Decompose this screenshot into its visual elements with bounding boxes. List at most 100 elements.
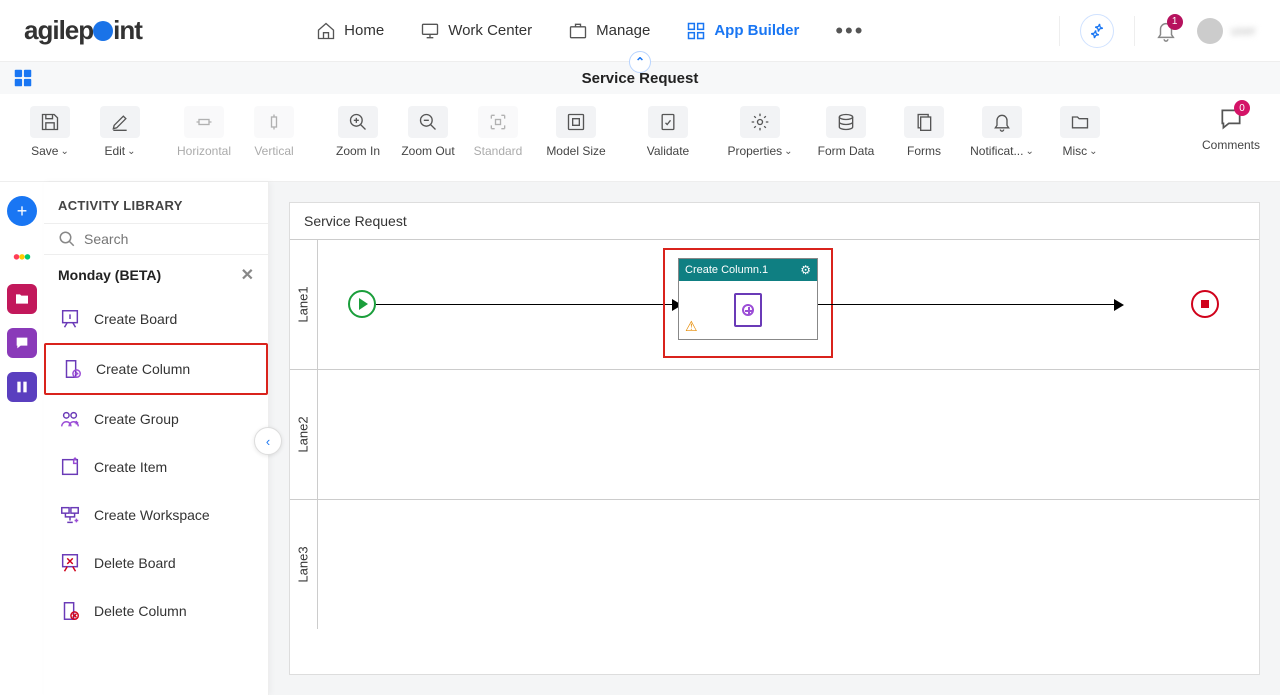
lane-1[interactable]: Lane1 Create Column.1 ⚙ ⚠ bbox=[290, 239, 1259, 369]
zoom-in-button[interactable]: Zoom In bbox=[328, 106, 388, 158]
comments-label: Comments bbox=[1202, 138, 1260, 152]
sidebar-item-delete-board[interactable]: Delete Board bbox=[44, 539, 268, 587]
align-horizontal-icon bbox=[184, 106, 224, 138]
logo: agilepint bbox=[24, 15, 142, 46]
nav-manage-label: Manage bbox=[596, 22, 650, 39]
standard-button[interactable]: Standard bbox=[468, 106, 528, 158]
lane-label: Lane2 bbox=[290, 370, 318, 499]
canvas-title: Service Request bbox=[290, 203, 1259, 239]
misc-button[interactable]: Misc⌄ bbox=[1050, 106, 1110, 158]
nav-manage[interactable]: Manage bbox=[568, 18, 650, 44]
delete-column-icon bbox=[58, 599, 82, 623]
notifications-button[interactable]: 1 bbox=[1155, 20, 1177, 42]
sidebar-item-create-item[interactable]: Create Item bbox=[44, 443, 268, 491]
apps-grid-button[interactable] bbox=[12, 67, 34, 89]
flow-connector[interactable] bbox=[818, 304, 1118, 305]
pinwheel-icon bbox=[1088, 22, 1106, 40]
subheader: ⌃ Service Request bbox=[0, 62, 1280, 94]
bell-outline-icon bbox=[982, 106, 1022, 138]
form-data-button[interactable]: Form Data bbox=[808, 106, 884, 158]
flow-connector[interactable] bbox=[376, 304, 676, 305]
apps-icon bbox=[686, 21, 706, 41]
gear-icon bbox=[740, 106, 780, 138]
chevron-down-icon: ⌄ bbox=[1089, 146, 1097, 157]
item-icon bbox=[58, 455, 82, 479]
rail-chat-button[interactable] bbox=[7, 328, 37, 358]
delete-board-icon bbox=[58, 551, 82, 575]
pinwheel-button[interactable] bbox=[1080, 14, 1114, 48]
chevron-down-icon: ⌄ bbox=[127, 146, 135, 157]
lane-label: Lane1 bbox=[290, 240, 318, 369]
close-icon[interactable]: ✕ bbox=[241, 265, 254, 285]
sidebar-search[interactable] bbox=[44, 223, 268, 255]
sidebar-item-create-board[interactable]: Create Board bbox=[44, 295, 268, 343]
search-input[interactable] bbox=[84, 231, 265, 247]
comments-button[interactable]: 0 Comments bbox=[1202, 106, 1260, 152]
monitor-icon bbox=[420, 21, 440, 41]
nav-home[interactable]: Home bbox=[316, 18, 384, 44]
chat-icon bbox=[14, 335, 30, 351]
database-icon bbox=[826, 106, 866, 138]
chevron-down-icon: ⌄ bbox=[784, 146, 792, 157]
gear-icon[interactable]: ⚙ bbox=[800, 263, 811, 277]
activity-header: Create Column.1 ⚙ bbox=[679, 259, 817, 281]
notifications-toolbar-button[interactable]: Notificat...⌄ bbox=[964, 106, 1040, 158]
rail-add-button[interactable]: + bbox=[7, 196, 37, 226]
activity-create-column[interactable]: Create Column.1 ⚙ ⚠ bbox=[678, 258, 818, 340]
rail-folder-button[interactable] bbox=[7, 284, 37, 314]
lane-body[interactable] bbox=[318, 370, 1259, 499]
logo-dot-icon bbox=[93, 21, 113, 41]
forms-button[interactable]: Forms bbox=[894, 106, 954, 158]
columns-icon bbox=[14, 379, 30, 395]
end-node[interactable] bbox=[1191, 290, 1219, 318]
notif-badge: 1 bbox=[1167, 14, 1183, 30]
sidebar-item-create-column[interactable]: Create Column bbox=[44, 343, 268, 395]
sidebar-collapse-button[interactable]: ‹ bbox=[254, 427, 282, 455]
sidebar-item-create-workspace[interactable]: Create Workspace bbox=[44, 491, 268, 539]
folder-icon bbox=[1060, 106, 1100, 138]
save-icon bbox=[30, 106, 70, 138]
validate-button[interactable]: Validate bbox=[638, 106, 698, 158]
user-menu[interactable]: user bbox=[1197, 18, 1256, 44]
nav-right: 1 user bbox=[1059, 14, 1256, 48]
sidebar-item-create-group[interactable]: Create Group bbox=[44, 395, 268, 443]
save-button[interactable]: Save⌄ bbox=[20, 106, 80, 158]
zoom-out-button[interactable]: Zoom Out bbox=[398, 106, 458, 158]
start-node[interactable] bbox=[348, 290, 376, 318]
lane-label: Lane3 bbox=[290, 500, 318, 629]
search-icon bbox=[58, 230, 76, 248]
lane-body[interactable] bbox=[318, 500, 1259, 629]
collapse-nav-button[interactable]: ⌃ bbox=[629, 51, 651, 73]
warning-icon: ⚠ bbox=[685, 318, 698, 335]
toolbar: Save⌄ Edit⌄ Horizontal Vertical Zoom In … bbox=[0, 94, 1280, 182]
lane-3[interactable]: Lane3 bbox=[290, 499, 1259, 629]
properties-button[interactable]: Properties⌄ bbox=[722, 106, 798, 158]
model-size-button[interactable]: Model Size bbox=[538, 106, 614, 158]
sidebar-item-label: Create Workspace bbox=[94, 507, 210, 523]
sidebar-item-label: Delete Column bbox=[94, 603, 187, 619]
lane-body[interactable]: Create Column.1 ⚙ ⚠ bbox=[318, 240, 1259, 369]
nav-appbuilder[interactable]: App Builder bbox=[686, 18, 799, 44]
edit-button[interactable]: Edit⌄ bbox=[90, 106, 150, 158]
nav-workcenter[interactable]: Work Center bbox=[420, 18, 532, 44]
nav-appbuilder-label: App Builder bbox=[714, 22, 799, 39]
nav-workcenter-label: Work Center bbox=[448, 22, 532, 39]
sidebar-item-delete-column[interactable]: Delete Column bbox=[44, 587, 268, 635]
horizontal-button[interactable]: Horizontal bbox=[174, 106, 234, 158]
canvas-area: Service Request Lane1 Create Column.1 ⚙ bbox=[269, 182, 1280, 695]
username: user bbox=[1231, 23, 1256, 38]
nav-center: Home Work Center Manage App Builder ••• bbox=[142, 18, 1039, 44]
sidebar-category[interactable]: Monday (BETA) ✕ bbox=[44, 255, 268, 295]
folder-fill-icon bbox=[14, 291, 30, 307]
chevron-up-icon: ⌃ bbox=[635, 55, 645, 69]
rail-pause-button[interactable] bbox=[7, 372, 37, 402]
rail-monday-button[interactable] bbox=[7, 240, 37, 270]
process-canvas[interactable]: Service Request Lane1 Create Column.1 ⚙ bbox=[289, 202, 1260, 675]
activity-sidebar: ACTIVITY LIBRARY Monday (BETA) ✕ Create … bbox=[44, 182, 269, 695]
activity-title: Create Column.1 bbox=[685, 264, 768, 276]
comments-badge: 0 bbox=[1234, 100, 1250, 116]
nav-more-icon[interactable]: ••• bbox=[835, 18, 864, 44]
lane-2[interactable]: Lane2 bbox=[290, 369, 1259, 499]
vertical-button[interactable]: Vertical bbox=[244, 106, 304, 158]
model-size-icon bbox=[556, 106, 596, 138]
